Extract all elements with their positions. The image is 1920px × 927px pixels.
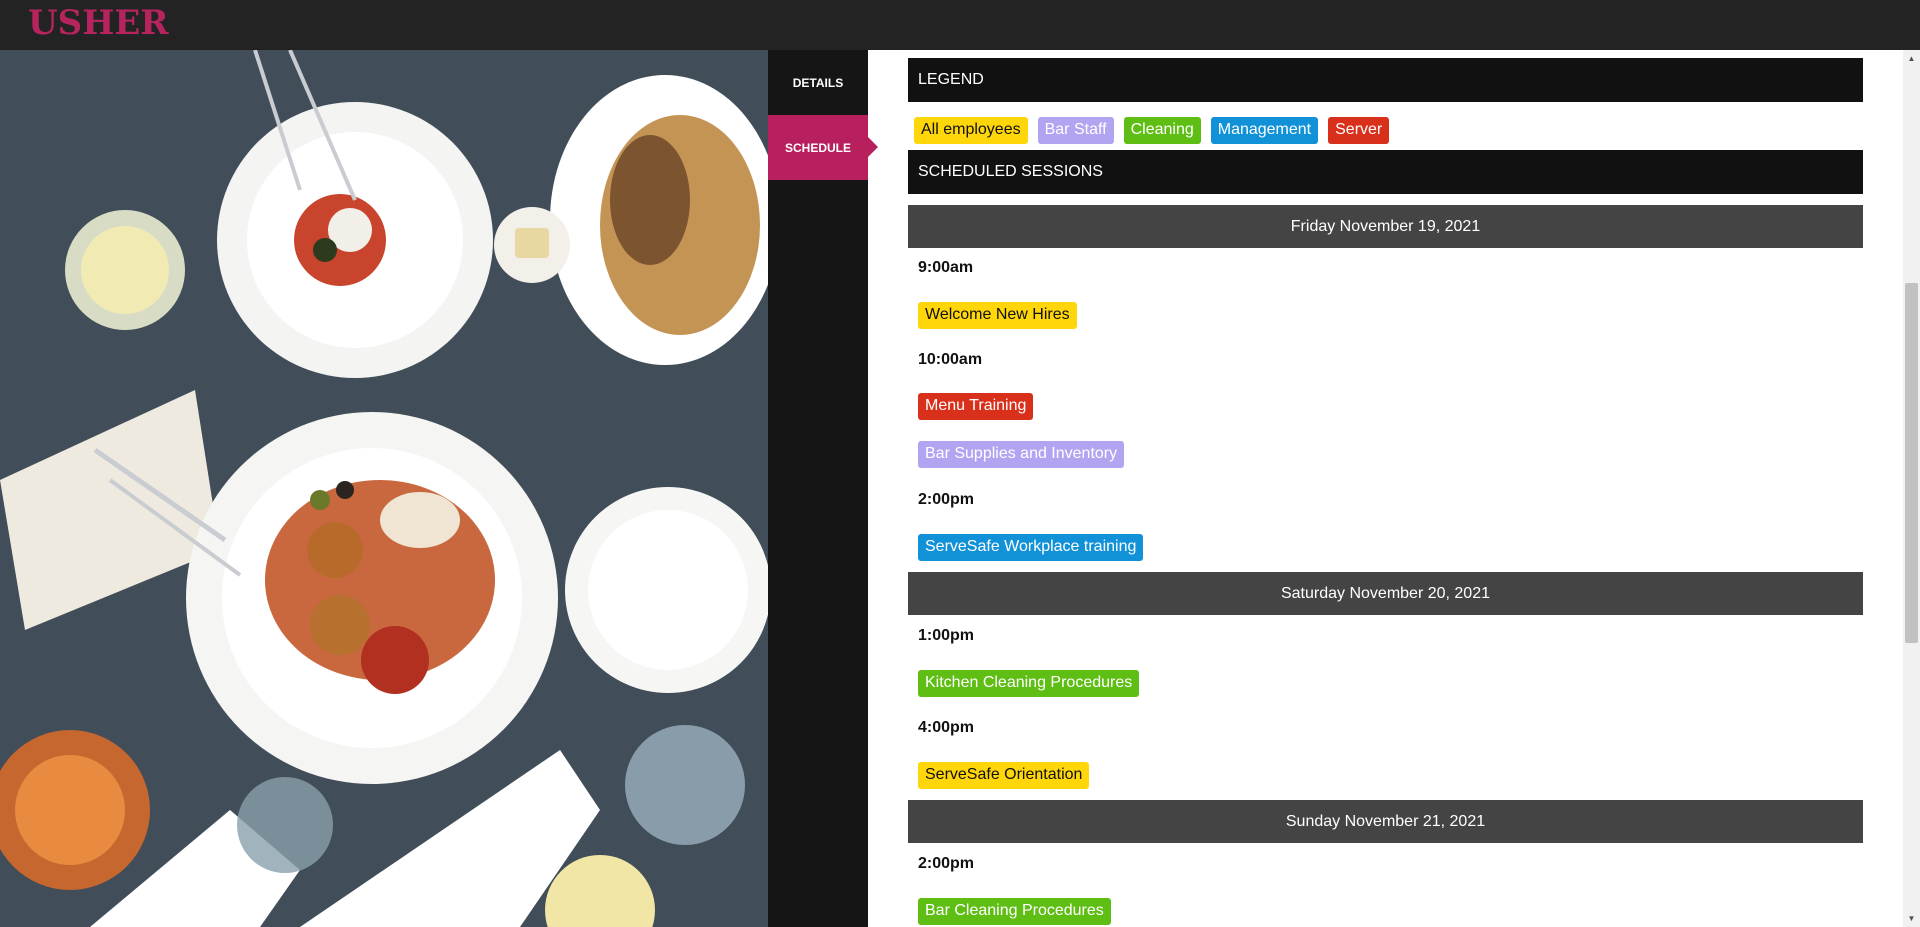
- legend-tag: Management: [1210, 117, 1319, 144]
- session-item[interactable]: Kitchen Cleaning Procedures: [918, 670, 1140, 697]
- legend-header: LEGEND: [908, 58, 1863, 102]
- time-slot: 10:00am: [918, 351, 983, 368]
- time-slot: 4:00pm: [918, 719, 975, 736]
- side-navigation: DETAILS SCHEDULE: [768, 50, 878, 927]
- time-slot: 2:00pm: [918, 855, 975, 872]
- session-item[interactable]: ServeSafe Orientation: [918, 762, 1090, 789]
- top-bar: USHER: [0, 0, 1920, 50]
- session-item[interactable]: Welcome New Hires: [918, 302, 1077, 329]
- session-tag[interactable]: Bar Cleaning Procedures: [918, 898, 1111, 925]
- day-header: Saturday November 20, 2021: [908, 572, 1863, 615]
- session-tag[interactable]: Welcome New Hires: [918, 302, 1077, 329]
- usher-logo[interactable]: USHER: [28, 3, 169, 43]
- day-header: Sunday November 21, 2021: [908, 800, 1863, 843]
- legend-tag: Server: [1328, 117, 1390, 144]
- scroll-down-icon[interactable]: ▼: [1903, 910, 1920, 927]
- session-item[interactable]: ServeSafe Workplace training: [918, 534, 1144, 561]
- session-tag[interactable]: Bar Supplies and Inventory: [918, 441, 1125, 468]
- legend-tags: All employees Bar Staff Cleaning Managem…: [914, 117, 1390, 144]
- time-slot: 9:00am: [918, 259, 974, 276]
- legend-tag: All employees: [914, 117, 1028, 144]
- restaurant-photo: [0, 50, 768, 927]
- session-tag[interactable]: Kitchen Cleaning Procedures: [918, 670, 1140, 697]
- nav-details-label: DETAILS: [792, 75, 844, 90]
- schedule-content: LEGEND All employees Bar Staff Cleaning …: [908, 50, 1863, 927]
- nav-schedule-label: SCHEDULE: [784, 140, 851, 155]
- legend-tag: Cleaning: [1123, 117, 1201, 144]
- day-header: Friday November 19, 2021: [908, 205, 1863, 248]
- session-item[interactable]: Bar Cleaning Procedures: [918, 898, 1111, 925]
- session-item[interactable]: Menu Training: [918, 393, 1034, 420]
- legend-tag: Bar Staff: [1037, 117, 1114, 144]
- session-tag[interactable]: ServeSafe Orientation: [918, 762, 1090, 789]
- session-tag[interactable]: Menu Training: [918, 393, 1034, 420]
- nav-details-tab[interactable]: DETAILS: [768, 50, 868, 115]
- time-slot: 2:00pm: [918, 491, 975, 508]
- session-tag[interactable]: ServeSafe Workplace training: [918, 534, 1144, 561]
- nav-schedule-tab[interactable]: SCHEDULE: [768, 115, 878, 180]
- scheduled-sessions-header: SCHEDULED SESSIONS: [908, 150, 1863, 194]
- session-item[interactable]: Bar Supplies and Inventory: [918, 441, 1125, 468]
- scroll-up-icon[interactable]: ▲: [1903, 50, 1920, 67]
- time-slot: 1:00pm: [918, 627, 975, 644]
- scrollbar-thumb[interactable]: [1905, 283, 1918, 643]
